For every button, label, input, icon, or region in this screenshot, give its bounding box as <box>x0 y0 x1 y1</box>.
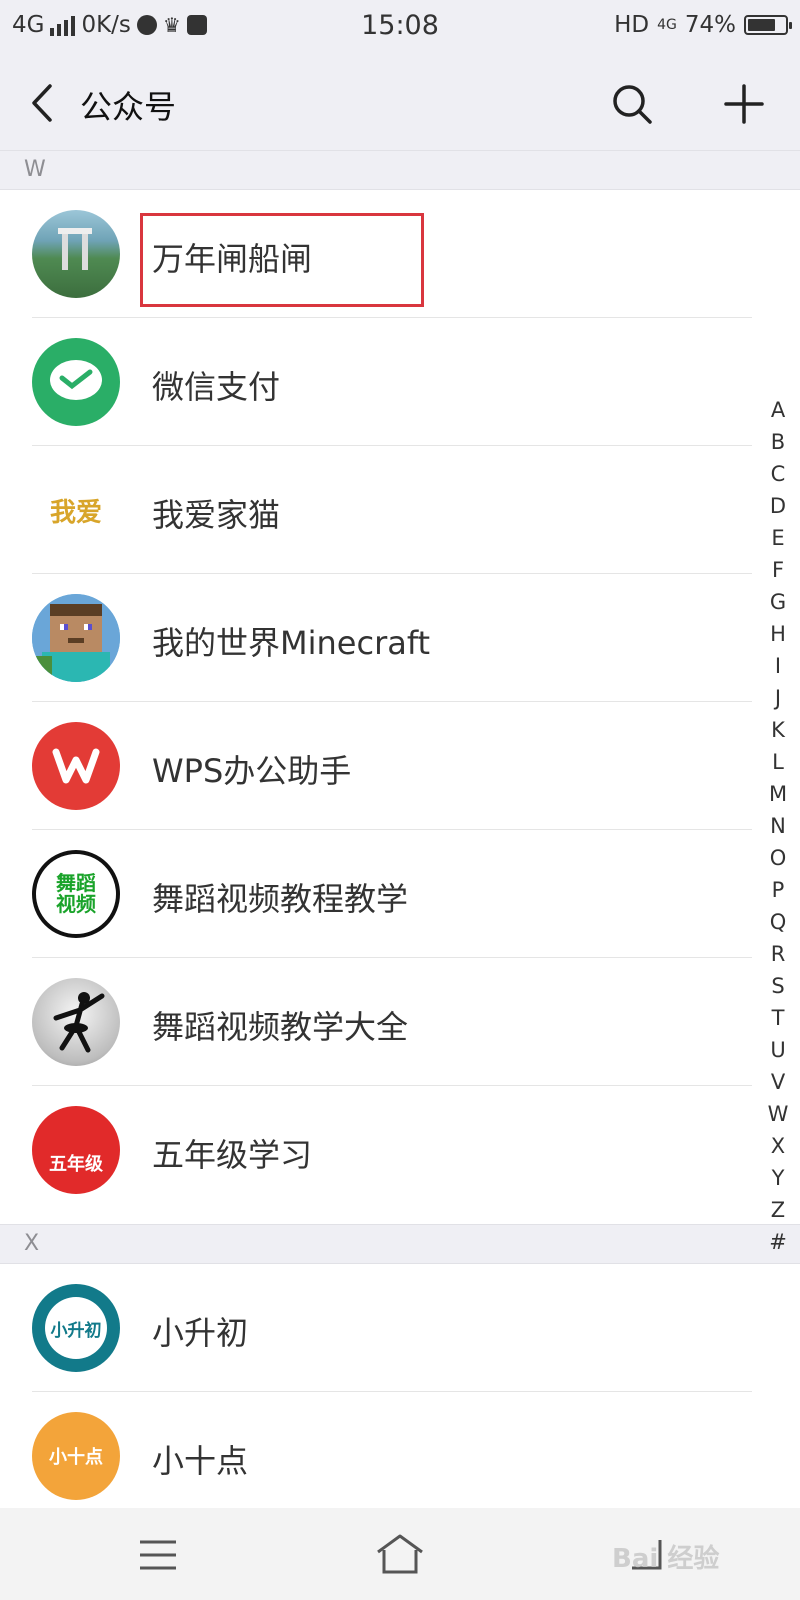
index-letter[interactable]: E <box>760 522 796 554</box>
index-letter[interactable]: I <box>760 650 796 682</box>
alphabet-index[interactable]: A B C D E F G H I J K L M N O P Q R S T U V W X Y Z # <box>760 394 796 1258</box>
index-letter[interactable]: H <box>760 618 796 650</box>
battery-fill <box>748 19 775 31</box>
xiaoshidian-logo: 小十点 <box>32 1412 120 1500</box>
ship-lock-photo <box>32 210 120 298</box>
index-letter[interactable]: Q <box>760 906 796 938</box>
plus-icon[interactable] <box>720 80 768 128</box>
dance-video-text: 舞蹈 视频 <box>32 850 120 938</box>
account-name: 舞蹈视频教程教学 <box>152 880 409 918</box>
account-name: 舞蹈视频教学大全 <box>152 1008 409 1046</box>
text-logo: 我爱 <box>32 466 120 554</box>
index-letter[interactable]: Y <box>760 1162 796 1194</box>
index-letter[interactable]: B <box>760 426 796 458</box>
dancer-silhouette <box>32 978 120 1066</box>
navigation-bar: Bai 经验 <box>0 1508 800 1600</box>
highlight-box <box>140 213 424 307</box>
index-letter[interactable]: W <box>760 1098 796 1130</box>
minecraft-face <box>32 594 120 682</box>
page-title: 公众号 <box>80 88 177 126</box>
list-item[interactable]: 小升初 小升初 <box>0 1264 760 1392</box>
watermark: Bai 经验 <box>612 1544 720 1574</box>
index-letter[interactable]: J <box>760 682 796 714</box>
section-letter: W <box>24 157 46 182</box>
section-letter: X <box>24 1231 40 1256</box>
section-header-w: W <box>0 150 800 190</box>
index-letter[interactable]: F <box>760 554 796 586</box>
avatar-text: 小升初 <box>50 1320 102 1341</box>
back-icon[interactable] <box>24 78 64 128</box>
menu-icon[interactable] <box>138 1538 178 1572</box>
list-item[interactable]: 微信支付 <box>0 318 760 446</box>
avatar-text: 五年级 <box>49 1154 103 1175</box>
index-letter[interactable]: P <box>760 874 796 906</box>
account-name: 我的世界Minecraft <box>152 624 431 662</box>
status-right: HD 4G 74% <box>614 12 792 38</box>
index-letter[interactable]: # <box>760 1226 796 1258</box>
avatar-text-2: 视频 <box>56 892 96 916</box>
list-item[interactable]: 小十点 小十点 <box>0 1392 760 1520</box>
index-letter[interactable]: Z <box>760 1194 796 1226</box>
index-letter[interactable]: O <box>760 842 796 874</box>
index-letter[interactable]: G <box>760 586 796 618</box>
wechat-pay-logo <box>32 338 120 426</box>
index-letter[interactable]: K <box>760 714 796 746</box>
list-item[interactable]: 舞蹈 视频 舞蹈视频教程教学 <box>0 830 760 958</box>
list-item[interactable]: 我的世界Minecraft <box>0 574 760 702</box>
index-letter[interactable]: S <box>760 970 796 1002</box>
account-name: 小升初 <box>152 1314 249 1352</box>
grade-five-logo: 五年级 <box>32 1106 120 1194</box>
account-name: 微信支付 <box>152 368 281 406</box>
account-name: 小十点 <box>152 1442 249 1480</box>
sub-network-label: 4G <box>657 17 677 33</box>
header: 公众号 <box>0 56 800 150</box>
status-bar: 4G 0K/s ♛ 15:08 HD 4G 74% <box>0 0 800 56</box>
list-item[interactable]: 我爱 我爱家猫 <box>0 446 760 574</box>
battery-percent: 74% <box>684 12 736 38</box>
index-letter[interactable]: A <box>760 394 796 426</box>
index-letter[interactable]: V <box>760 1066 796 1098</box>
index-letter[interactable]: M <box>760 778 796 810</box>
index-letter[interactable]: R <box>760 938 796 970</box>
index-letter[interactable]: D <box>760 490 796 522</box>
search-icon[interactable] <box>608 80 656 128</box>
avatar-text: 我爱 <box>49 497 102 528</box>
hd-label: HD <box>614 12 650 38</box>
account-name: WPS办公助手 <box>152 752 352 790</box>
avatar-text: 小十点 <box>49 1447 103 1468</box>
index-letter[interactable]: L <box>760 746 796 778</box>
battery-icon <box>744 15 792 35</box>
avatar-inner: 小升初 <box>45 1297 107 1359</box>
index-letter[interactable]: T <box>760 1002 796 1034</box>
section-header-x: X <box>0 1224 800 1264</box>
home-icon[interactable] <box>374 1532 426 1576</box>
list-item[interactable]: WPS办公助手 <box>0 702 760 830</box>
index-letter[interactable]: C <box>760 458 796 490</box>
wps-logo <box>32 722 120 810</box>
list-item[interactable]: 五年级 五年级学习 <box>0 1086 760 1214</box>
xiaoshengchu-logo: 小升初 <box>32 1284 120 1372</box>
index-letter[interactable]: U <box>760 1034 796 1066</box>
account-name: 五年级学习 <box>152 1136 313 1174</box>
account-name: 我爱家猫 <box>152 496 281 534</box>
index-letter[interactable]: N <box>760 810 796 842</box>
avatar-text-1: 舞蹈 <box>56 871 96 895</box>
index-letter[interactable]: X <box>760 1130 796 1162</box>
list-item[interactable]: 舞蹈视频教学大全 <box>0 958 760 1086</box>
